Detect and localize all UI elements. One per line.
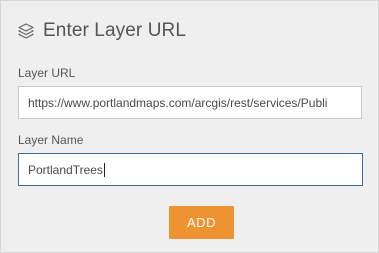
text-caret bbox=[103, 162, 105, 177]
layer-name-label: Layer Name bbox=[18, 133, 84, 147]
add-layer-url-panel: Enter Layer URL Layer URL https://www.po… bbox=[0, 0, 379, 253]
add-button[interactable]: ADD bbox=[169, 206, 234, 239]
layer-url-input[interactable]: https://www.portlandmaps.com/arcgis/rest… bbox=[18, 86, 362, 119]
layers-icon bbox=[17, 22, 35, 40]
layer-url-value: https://www.portlandmaps.com/arcgis/rest… bbox=[28, 95, 328, 110]
panel-header: Enter Layer URL bbox=[17, 19, 186, 43]
layer-name-value: PortlandTrees bbox=[28, 162, 103, 177]
layer-name-input[interactable]: PortlandTrees bbox=[18, 153, 363, 186]
layer-url-label: Layer URL bbox=[18, 66, 76, 80]
panel-title: Enter Layer URL bbox=[43, 20, 187, 41]
